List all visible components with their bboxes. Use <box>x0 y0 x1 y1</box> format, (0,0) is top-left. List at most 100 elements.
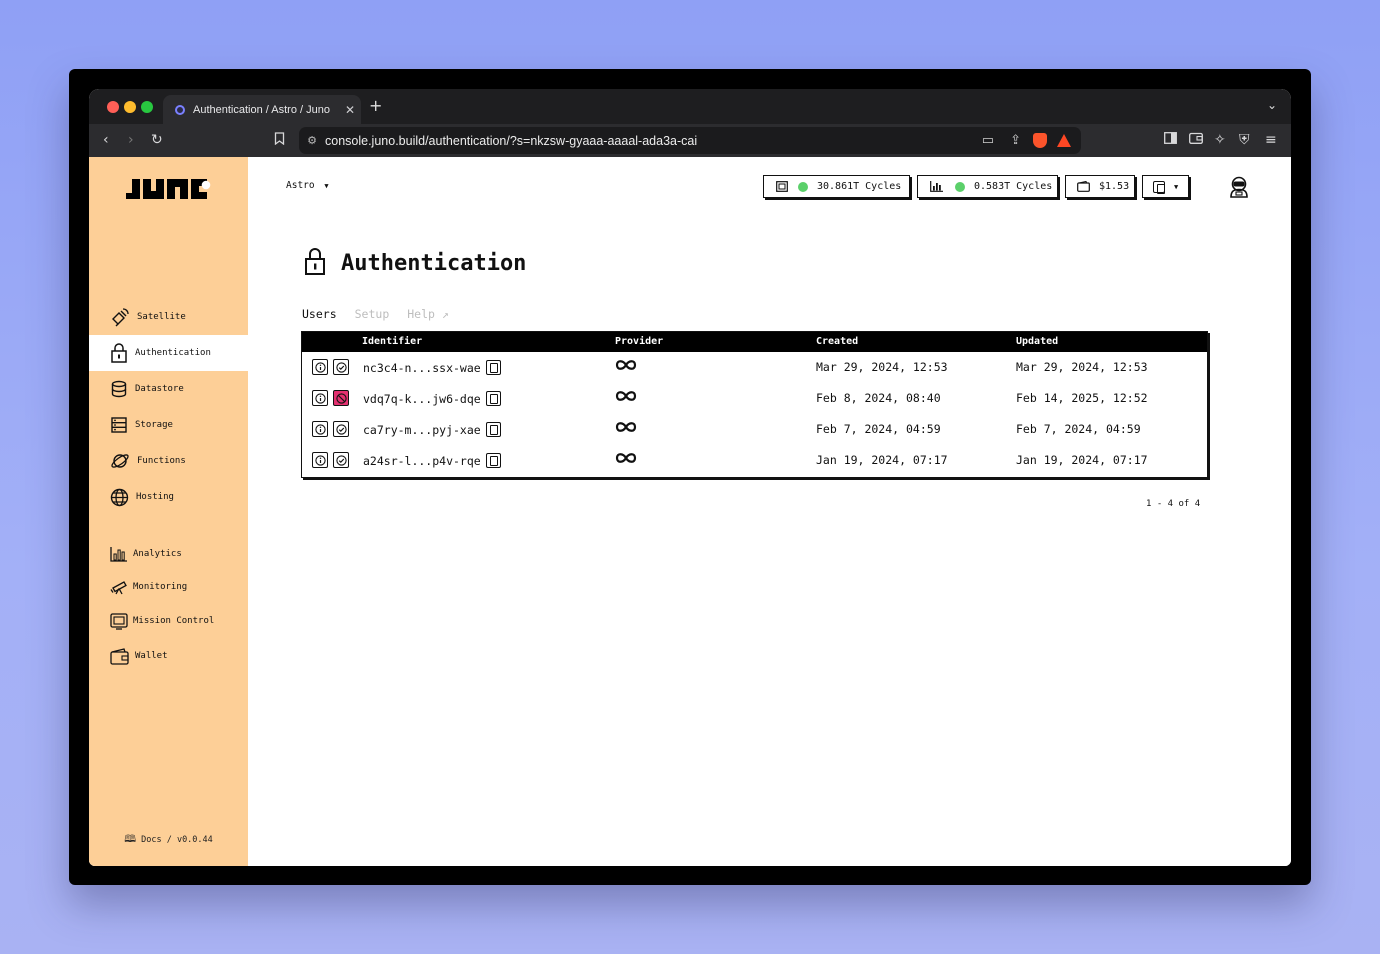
chevron-down-icon: ▼ <box>324 182 329 190</box>
users-table: Identifier Provider Created Updated nc3c… <box>301 331 1208 478</box>
identifier-text: a24sr-l...p4v-rqe <box>363 454 481 468</box>
wallet-icon <box>1077 181 1090 192</box>
close-window-button[interactable] <box>107 101 119 113</box>
sidebar-item-functions[interactable]: Functions <box>89 443 248 479</box>
satellite-cycles-badge[interactable]: 30.861T Cycles <box>763 175 910 198</box>
table-header: Identifier Provider Created Updated <box>302 332 1207 352</box>
sidebar-item-wallet[interactable]: Wallet <box>89 638 248 674</box>
url-text[interactable]: console.juno.build/authentication/?s=nkz… <box>325 134 974 148</box>
tab-help[interactable]: Help ↗ <box>407 307 449 321</box>
sidebar-item-hosting[interactable]: Hosting <box>89 479 248 515</box>
sidebar-toggle-icon[interactable] <box>1164 132 1177 148</box>
lock-icon <box>304 247 326 279</box>
site-settings-icon[interactable]: ⚙ <box>299 134 325 147</box>
copy-icon[interactable] <box>485 453 501 468</box>
docs-link[interactable]: 🕮 Docs / v0.0.44 <box>89 832 248 849</box>
back-icon[interactable]: ‹ <box>103 132 109 148</box>
satellite-canister-icon <box>776 181 788 192</box>
internet-identity-icon <box>615 422 637 432</box>
juno-logo[interactable] <box>126 177 212 205</box>
satellite-cycles-value: 30.861T Cycles <box>817 181 902 192</box>
menu-icon[interactable]: ≡ <box>1265 132 1277 148</box>
brave-shields-icon[interactable] <box>1033 133 1047 148</box>
status-toggle-button[interactable] <box>333 390 349 406</box>
sidebar-item-label: Satellite <box>137 312 186 322</box>
globe-icon <box>110 488 129 506</box>
sidebar-item-label: Functions <box>137 456 186 466</box>
wallet-icon <box>110 647 129 665</box>
address-bar[interactable]: ⚙ console.juno.build/authentication/?s=n… <box>299 127 1081 154</box>
maximize-window-button[interactable] <box>141 101 153 113</box>
leo-ai-icon[interactable]: ✧ <box>1214 132 1226 148</box>
database-icon <box>111 380 127 398</box>
share-icon[interactable]: ⇪ <box>1010 133 1021 148</box>
sidebar-item-analytics[interactable]: Analytics <box>89 536 248 572</box>
info-button[interactable] <box>312 390 328 406</box>
sidebar-item-label: Authentication <box>135 348 211 358</box>
wallet-toolbar-icon[interactable] <box>1189 132 1203 148</box>
banned-icon <box>335 392 347 404</box>
sidebar-item-storage[interactable]: Storage <box>89 407 248 443</box>
bar-chart-icon <box>930 181 943 192</box>
table-row: nc3c4-n...ssx-wae Mar 29, 2024, 12:53 Ma… <box>302 352 1207 383</box>
canister-switcher-button[interactable]: ▼ <box>1142 175 1189 198</box>
sidebar: Satellite Authentication Datastore Stora… <box>89 157 248 866</box>
table-row: vdq7q-k...jw6-dqe Feb 8, 2024, 08:40 Feb… <box>302 383 1207 414</box>
sidebar-item-mission-control[interactable]: Mission Control <box>89 603 248 639</box>
forward-icon[interactable]: › <box>128 132 134 148</box>
astronaut-avatar-icon[interactable] <box>1228 176 1250 202</box>
satellite-icon <box>112 308 129 327</box>
mission-control-icon <box>110 612 128 630</box>
column-header-provider[interactable]: Provider <box>615 336 663 347</box>
created-cell: Feb 7, 2024, 04:59 <box>816 422 941 436</box>
identifier-cell: ca7ry-m...pyj-xae <box>363 422 501 437</box>
info-button[interactable] <box>312 359 328 375</box>
provider-cell <box>615 420 637 437</box>
copy-icon[interactable] <box>485 422 501 437</box>
sidebar-item-label: Storage <box>135 420 173 430</box>
reload-icon[interactable]: ↻ <box>151 132 163 148</box>
sidebar-item-label: Monitoring <box>133 582 188 592</box>
new-tab-button[interactable]: + <box>369 96 382 115</box>
mission-control-cycles-badge[interactable]: 0.583T Cycles <box>917 175 1058 198</box>
status-toggle-button[interactable] <box>333 452 349 468</box>
internet-identity-icon <box>615 391 637 401</box>
status-toggle-button[interactable] <box>333 421 349 437</box>
identifier-cell: nc3c4-n...ssx-wae <box>363 360 501 375</box>
internet-identity-icon <box>615 360 637 370</box>
tab-close-icon[interactable]: ✕ <box>339 103 361 117</box>
juno-favicon-icon <box>175 104 185 115</box>
sidebar-item-monitoring[interactable]: Monitoring <box>89 569 248 605</box>
internet-identity-icon <box>615 453 637 463</box>
tab-users[interactable]: Users <box>302 307 337 321</box>
info-button[interactable] <box>312 421 328 437</box>
copy-icon[interactable] <box>485 360 501 375</box>
info-icon <box>314 423 326 435</box>
status-toggle-button[interactable] <box>333 359 349 375</box>
provider-cell <box>615 389 637 406</box>
bookmark-icon[interactable] <box>274 132 285 149</box>
column-header-identifier[interactable]: Identifier <box>362 336 422 347</box>
brave-rewards-icon[interactable] <box>1057 134 1071 147</box>
sidebar-item-datastore[interactable]: Datastore <box>89 371 248 407</box>
copy-icon[interactable] <box>485 391 501 406</box>
browser-tab[interactable]: Authentication / Astro / Juno ✕ <box>163 95 361 124</box>
created-cell: Feb 8, 2024, 08:40 <box>816 391 941 405</box>
title-bar: Authentication / Astro / Juno ✕ + ⌄ <box>89 89 1291 124</box>
sidebar-item-label: Datastore <box>135 384 184 394</box>
sidebar-item-satellite[interactable]: Satellite <box>89 299 248 335</box>
column-header-updated[interactable]: Updated <box>1016 336 1058 347</box>
minimize-window-button[interactable] <box>124 101 136 113</box>
cast-icon[interactable]: ▭ <box>982 133 994 148</box>
wallet-balance-badge[interactable]: $1.53 <box>1065 175 1135 198</box>
column-header-created[interactable]: Created <box>816 336 858 347</box>
satellite-selector[interactable]: Astro ▼ <box>286 180 329 191</box>
updated-cell: Jan 19, 2024, 07:17 <box>1016 453 1148 467</box>
tab-list-chevron-icon[interactable]: ⌄ <box>1267 98 1277 112</box>
status-dot <box>798 181 808 192</box>
sidebar-item-authentication[interactable]: Authentication <box>89 335 248 371</box>
vpn-shield-icon[interactable]: ⛨ <box>1239 132 1250 148</box>
identifier-cell: a24sr-l...p4v-rqe <box>363 453 501 468</box>
info-button[interactable] <box>312 452 328 468</box>
tab-setup[interactable]: Setup <box>355 307 390 321</box>
